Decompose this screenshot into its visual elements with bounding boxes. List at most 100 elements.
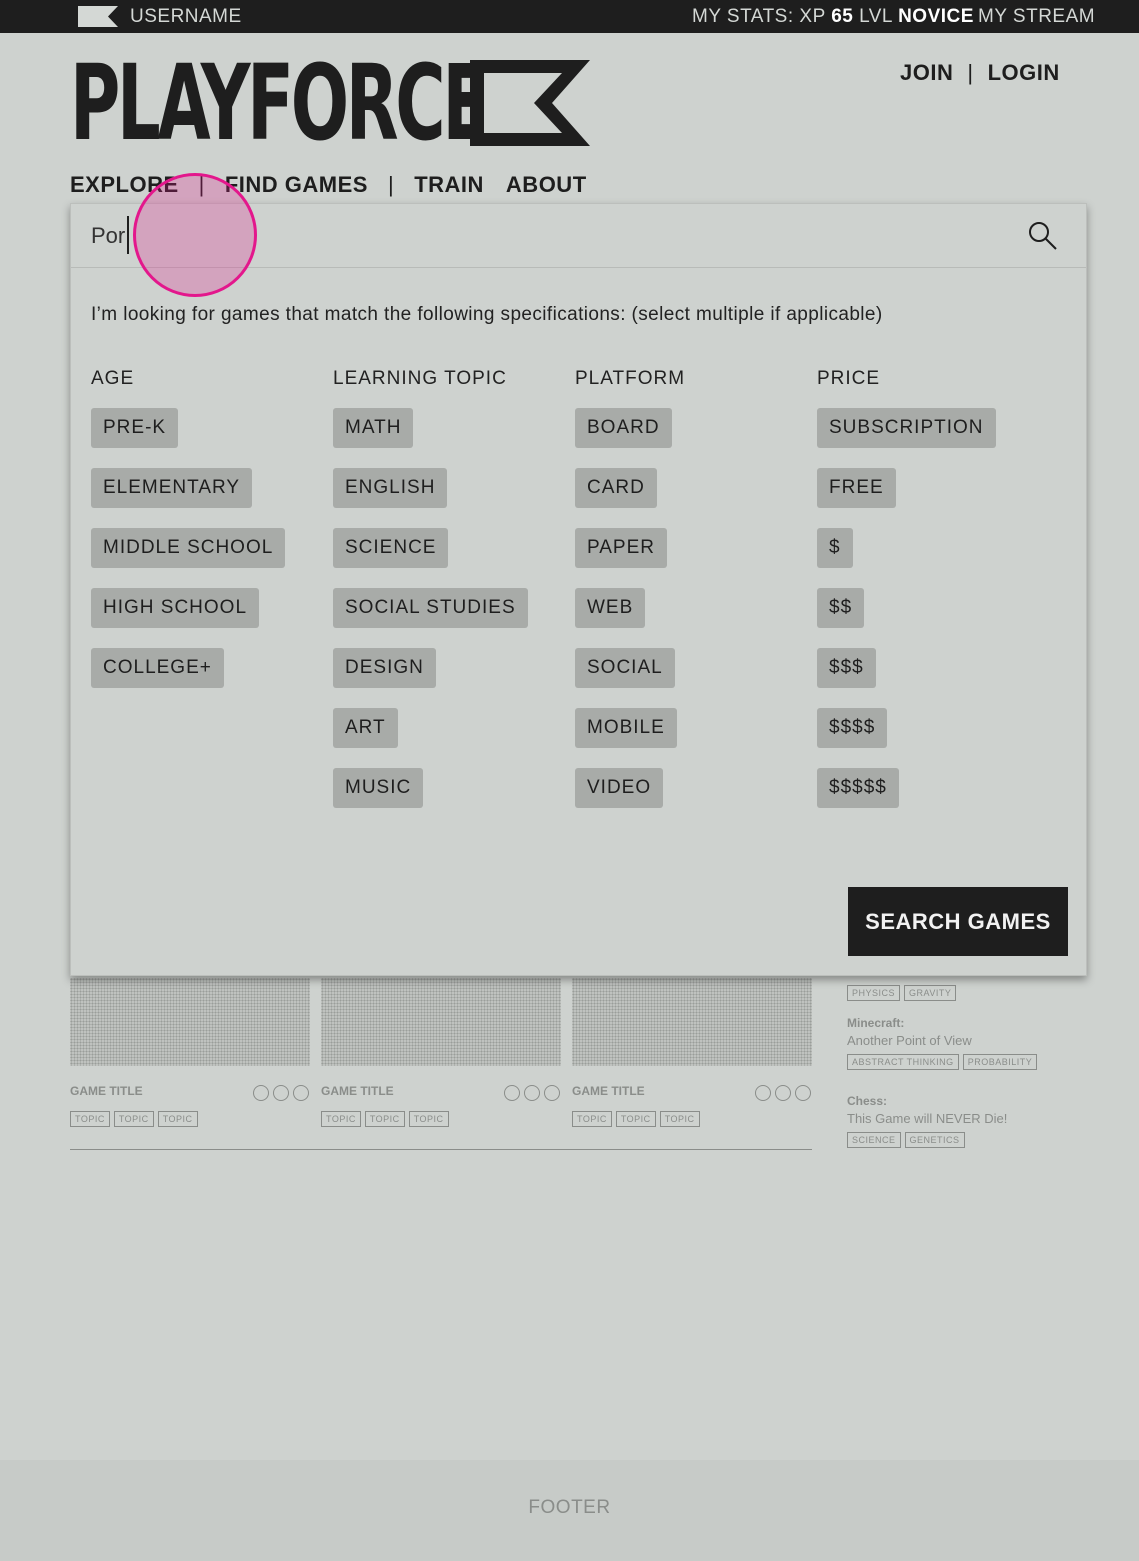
filter-chip[interactable]: WEB	[575, 588, 646, 628]
filter-chip[interactable]: MATH	[333, 408, 414, 448]
sidebar-top-tags: PHYSICS GRAVITY	[847, 979, 1077, 1001]
divider	[70, 1149, 812, 1150]
rating-dots	[253, 1085, 309, 1101]
my-stats[interactable]: MY STATS: XP 65 LVL NOVICE	[692, 6, 974, 28]
flag-icon	[78, 6, 118, 27]
rating-dots	[755, 1085, 811, 1101]
logo-text: PLAYFORCE	[70, 42, 489, 164]
game-tags: TOPIC TOPIC TOPIC	[572, 1111, 700, 1127]
game-thumbnail[interactable]	[321, 978, 561, 1066]
filter-chip[interactable]: VIDEO	[575, 768, 664, 808]
username-link[interactable]: USERNAME	[130, 6, 242, 28]
filter-chip[interactable]: $$$$$	[817, 768, 899, 808]
touch-indicator	[133, 173, 257, 297]
filter-chip[interactable]: $	[817, 528, 853, 568]
level-value: NOVICE	[898, 6, 974, 27]
game-title[interactable]: GAME TITLE	[572, 1084, 645, 1098]
my-stream-link[interactable]: MY STREAM	[978, 6, 1095, 28]
filter-column-learning-topic: LEARNING TOPIC MATH ENGLISH SCIENCE SOCI…	[333, 368, 528, 828]
topic-tag[interactable]: PROBABILITY	[962, 1054, 1038, 1070]
topic-tag[interactable]: SCIENCE	[847, 1132, 901, 1148]
game-thumbnail[interactable]	[70, 978, 310, 1066]
search-instructions: I’m looking for games that match the fol…	[91, 304, 883, 325]
filter-chip[interactable]: COLLEGE+	[91, 648, 224, 688]
game-title[interactable]: GAME TITLE	[321, 1084, 394, 1098]
game-title[interactable]: GAME TITLE	[70, 1084, 143, 1098]
filter-chip[interactable]: PAPER	[575, 528, 668, 568]
rating-dot	[795, 1085, 811, 1101]
filter-chip[interactable]: BOARD	[575, 408, 672, 448]
filter-heading: PLATFORM	[575, 368, 686, 389]
topic-tag[interactable]: TOPIC	[408, 1111, 449, 1127]
filter-column-age: AGE PRE-K ELEMENTARY MIDDLE SCHOOL HIGH …	[91, 368, 286, 708]
filter-heading: AGE	[91, 368, 135, 389]
game-tags: TOPIC TOPIC TOPIC	[70, 1111, 198, 1127]
filter-chip[interactable]: PRE-K	[91, 408, 179, 448]
filter-chip[interactable]: MUSIC	[333, 768, 424, 808]
topic-tag[interactable]: PHYSICS	[847, 985, 901, 1001]
filter-chip[interactable]: SUBSCRIPTION	[817, 408, 996, 448]
rating-dot	[755, 1085, 771, 1101]
filter-column-price: PRICE SUBSCRIPTION FREE $ $$ $$$ $$$$ $$…	[817, 368, 996, 828]
filter-heading: LEARNING TOPIC	[333, 368, 507, 389]
rating-dot	[504, 1085, 520, 1101]
filter-chip[interactable]: SOCIAL STUDIES	[333, 588, 528, 628]
logo-flag-icon	[470, 60, 590, 146]
topic-tag[interactable]: TOPIC	[70, 1111, 110, 1127]
filter-chip[interactable]: HIGH SCHOOL	[91, 588, 260, 628]
rating-dot	[544, 1085, 560, 1101]
search-games-button[interactable]: SEARCH GAMES	[848, 887, 1068, 956]
xp-value: 65	[831, 6, 854, 27]
nav-about[interactable]: ABOUT	[506, 172, 587, 198]
nav-train[interactable]: TRAIN	[414, 172, 484, 198]
join-link[interactable]: JOIN	[900, 60, 953, 86]
sidebar-post[interactable]: Minecraft: Another Point of View ABSTRAC…	[847, 1016, 1077, 1070]
nav-divider: |	[387, 172, 395, 197]
topic-tag[interactable]: GRAVITY	[904, 985, 957, 1001]
footer: FOOTER	[0, 1460, 1139, 1561]
rating-dots	[504, 1085, 560, 1101]
topic-tag[interactable]: TOPIC	[157, 1111, 198, 1127]
post-tags: SCIENCE GENETICS	[847, 1132, 1077, 1148]
filter-heading: PRICE	[817, 368, 881, 389]
nav-find-games[interactable]: FIND GAMES	[225, 172, 368, 198]
topic-tag[interactable]: TOPIC	[659, 1111, 700, 1127]
topic-tag[interactable]: GENETICS	[904, 1132, 965, 1148]
post-title: Minecraft:	[847, 1016, 905, 1030]
search-icon[interactable]	[1028, 221, 1058, 251]
filter-chip[interactable]: ENGLISH	[333, 468, 448, 508]
topic-tag[interactable]: TOPIC	[113, 1111, 154, 1127]
rating-dot	[775, 1085, 791, 1101]
topic-tag[interactable]: TOPIC	[615, 1111, 656, 1127]
sidebar-post[interactable]: Chess: This Game will NEVER Die! SCIENCE…	[847, 1094, 1077, 1148]
rating-dot	[524, 1085, 540, 1101]
post-title: Chess:	[847, 1094, 888, 1108]
post-description: Another Point of View	[847, 1033, 972, 1048]
topic-tag[interactable]: ABSTRACT THINKING	[847, 1054, 959, 1070]
filter-chip[interactable]: DESIGN	[333, 648, 436, 688]
login-link[interactable]: LOGIN	[988, 60, 1060, 86]
filter-chip[interactable]: FREE	[817, 468, 896, 508]
rating-dot	[273, 1085, 289, 1101]
filter-chip[interactable]: $$$	[817, 648, 876, 688]
filter-chip[interactable]: $$	[817, 588, 865, 628]
filter-chip[interactable]: SCIENCE	[333, 528, 449, 568]
filter-chip[interactable]: MIDDLE SCHOOL	[91, 528, 286, 568]
filter-chip[interactable]: $$$$	[817, 708, 888, 748]
filter-chip[interactable]: CARD	[575, 468, 657, 508]
auth-divider: |	[967, 60, 974, 85]
game-thumbnail[interactable]	[572, 978, 812, 1066]
top-bar: USERNAME MY STATS: XP 65 LVL NOVICE MY S…	[0, 0, 1139, 33]
playforce-logo[interactable]: PLAYFORCE	[70, 42, 700, 164]
stats-prefix: MY STATS: XP	[692, 6, 832, 27]
filter-chip[interactable]: MOBILE	[575, 708, 677, 748]
filter-chip[interactable]: ELEMENTARY	[91, 468, 253, 508]
topic-tag[interactable]: TOPIC	[572, 1111, 612, 1127]
topic-tag[interactable]: TOPIC	[364, 1111, 405, 1127]
filter-chip[interactable]: ART	[333, 708, 398, 748]
lvl-label: LVL	[853, 6, 899, 27]
filter-chip[interactable]: SOCIAL	[575, 648, 675, 688]
rating-dot	[293, 1085, 309, 1101]
topic-tag[interactable]: TOPIC	[321, 1111, 361, 1127]
rating-dot	[253, 1085, 269, 1101]
